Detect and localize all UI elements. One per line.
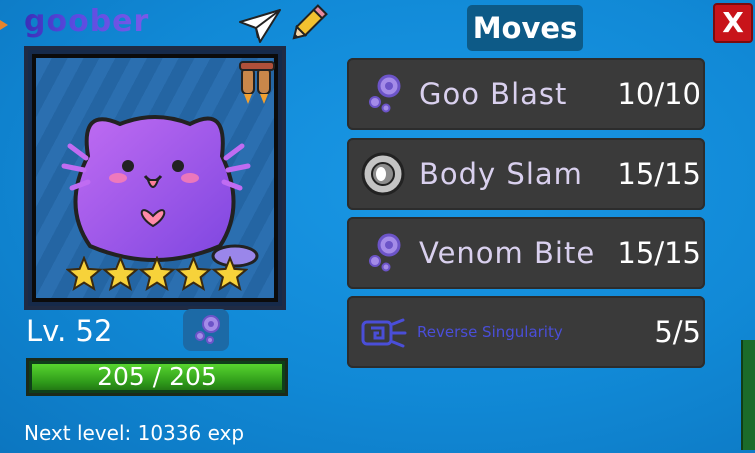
move-pp: 15/15 [617,157,701,191]
star-icon [66,256,103,291]
move-name: Body Slam [419,157,583,191]
hp-bar: 205 / 205 [26,358,288,396]
goo-icon [195,315,220,344]
move-pp: 10/10 [617,77,701,111]
move-slot-reverse-singularity[interactable]: Reverse Singularity 5/5 [347,296,705,368]
star-icon [101,256,140,291]
star-icon [174,256,213,291]
goo-icon [369,233,401,272]
move-slot-goo-blast[interactable]: Goo Blast 10/10 [347,58,705,130]
moves-title: Moves [467,5,583,51]
hp-text: 205 / 205 [97,362,217,391]
back-arrow-icon[interactable] [0,20,8,30]
goo-icon [369,74,401,113]
pencil-icon[interactable] [286,2,330,46]
move-pp: 15/15 [617,236,701,270]
move-name: Goo Blast [419,77,568,111]
close-button[interactable]: X [713,3,753,43]
side-panel-edge[interactable] [741,340,755,450]
paper-plane-icon[interactable] [238,6,282,46]
star-icon [211,256,248,291]
star-rating [66,256,248,291]
level-label: Lv. 52 [26,314,113,348]
body-slam-icon [361,152,405,196]
next-level-text: Next level: 10336 exp [24,421,245,445]
move-pp: 5/5 [654,315,701,349]
move-name: Reverse Singularity [417,323,563,341]
move-name: Venom Bite [419,236,596,270]
creature-illustration [61,115,259,268]
type-badge [183,309,229,351]
singularity-icon [361,318,407,348]
star-icon [138,256,176,291]
move-slot-body-slam[interactable]: Body Slam 15/15 [347,138,705,210]
pet-name: goober [24,4,150,39]
move-slot-venom-bite[interactable]: Venom Bite 15/15 [347,217,705,289]
